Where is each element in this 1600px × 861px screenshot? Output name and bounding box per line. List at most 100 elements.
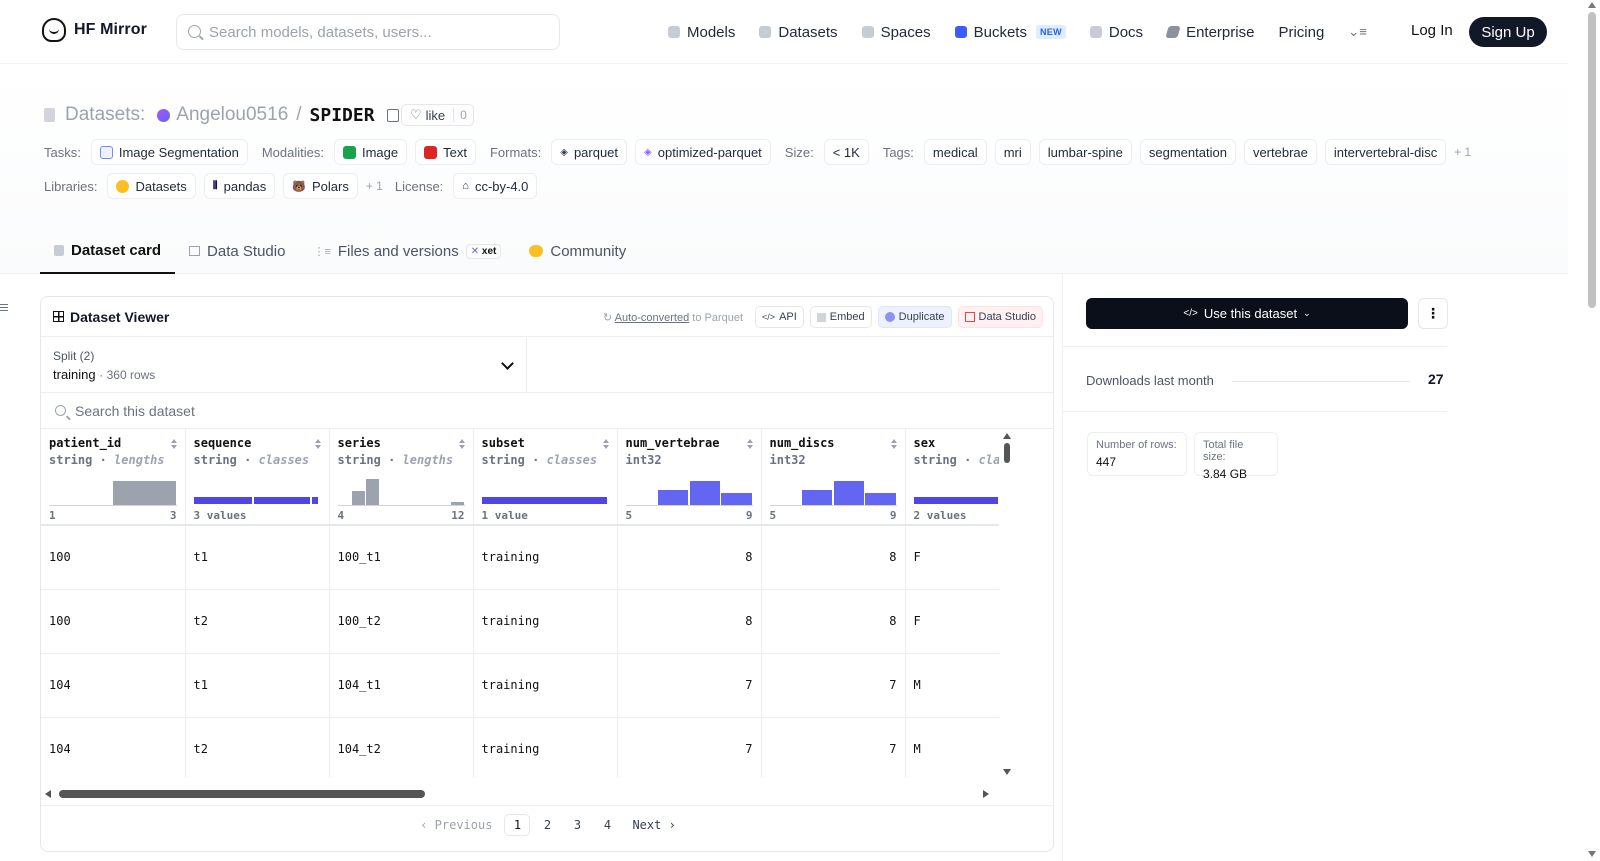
- more-options-button[interactable]: ⋮: [1418, 298, 1448, 329]
- duplicate-button[interactable]: Duplicate: [877, 306, 952, 328]
- chip-tag[interactable]: segmentation: [1139, 139, 1236, 165]
- table-cell[interactable]: M: [905, 653, 999, 718]
- sort-icon[interactable]: [314, 439, 322, 451]
- table-horizontal-scrollbar[interactable]: [41, 787, 999, 801]
- more-menu-icon[interactable]: ⌄≡: [1348, 24, 1366, 40]
- column-header-patient-id[interactable]: patient_id string · lengths 1 3: [41, 429, 186, 526]
- table-cell[interactable]: training: [473, 525, 618, 590]
- tab-community[interactable]: Community: [515, 228, 640, 274]
- use-dataset-button[interactable]: </> Use this dataset ⌄: [1086, 298, 1408, 329]
- table-cell[interactable]: 7: [761, 717, 906, 777]
- table-cell[interactable]: 8: [617, 589, 762, 654]
- nav-pricing[interactable]: Pricing: [1278, 24, 1324, 41]
- table-cell[interactable]: F: [905, 525, 999, 590]
- sort-icon[interactable]: [890, 439, 898, 451]
- chip-tag[interactable]: mri: [994, 139, 1031, 165]
- chip-image-segmentation[interactable]: Image Segmentation: [90, 139, 248, 165]
- dataset-name[interactable]: SPIDER: [310, 105, 375, 126]
- table-cell[interactable]: F: [905, 589, 999, 654]
- scroll-thumb[interactable]: [1004, 443, 1010, 463]
- table-cell[interactable]: 100: [41, 589, 186, 654]
- chip-size[interactable]: < 1K: [823, 139, 869, 165]
- table-cell[interactable]: 8: [761, 589, 906, 654]
- table-cell[interactable]: t1: [185, 525, 330, 590]
- nav-datasets[interactable]: Datasets: [759, 24, 838, 41]
- table-row[interactable]: 100 t2 100_t2 training 8 8 F: [41, 589, 999, 654]
- api-button[interactable]: </> API: [755, 306, 804, 328]
- table-vertical-scrollbar[interactable]: [999, 429, 1015, 777]
- nav-buckets[interactable]: Buckets NEW: [954, 24, 1066, 41]
- table-cell[interactable]: 104_t2: [329, 717, 474, 777]
- scroll-up-icon[interactable]: [1003, 433, 1011, 439]
- column-header-num-discs[interactable]: num_discs int32 5 9: [761, 429, 906, 526]
- chip-lib-datasets[interactable]: Datasets: [107, 173, 196, 199]
- data-studio-button[interactable]: Data Studio: [957, 306, 1043, 328]
- table-cell[interactable]: training: [473, 589, 618, 654]
- column-header-num-vertebrae[interactable]: num_vertebrae int32 5 9: [617, 429, 762, 526]
- sort-icon[interactable]: [746, 439, 754, 451]
- chip-license[interactable]: ⌂ cc-by-4.0: [453, 173, 538, 199]
- auto-converted-link[interactable]: Auto-converted: [615, 312, 690, 324]
- signup-button[interactable]: Sign Up: [1469, 17, 1547, 47]
- scroll-thumb[interactable]: [1588, 12, 1596, 308]
- table-cell[interactable]: 100_t1: [329, 525, 474, 590]
- column-header-subset[interactable]: subset string · classes 1 value: [473, 429, 618, 526]
- nav-enterprise[interactable]: Enterprise: [1165, 24, 1254, 41]
- sort-icon[interactable]: [458, 439, 466, 451]
- column-header-series[interactable]: series string · lengths 4 12: [329, 429, 474, 526]
- tags-more[interactable]: + 1: [1454, 145, 1471, 159]
- next-page-link[interactable]: Next ›: [632, 818, 675, 832]
- table-cell[interactable]: training: [473, 717, 618, 777]
- tab-files-versions[interactable]: ⋮≡ Files and versions ✕ xet: [299, 228, 515, 274]
- page-link[interactable]: 3: [564, 814, 590, 836]
- scroll-thumb[interactable]: [59, 790, 425, 798]
- dataset-search-input[interactable]: Search this dataset: [41, 393, 1053, 429]
- scroll-down-icon[interactable]: [1588, 851, 1596, 857]
- nav-docs[interactable]: Docs: [1089, 24, 1143, 41]
- table-cell[interactable]: 8: [761, 525, 906, 590]
- scroll-down-icon[interactable]: [1003, 769, 1011, 775]
- chip-tag[interactable]: medical: [923, 139, 987, 165]
- table-cell[interactable]: 8: [617, 525, 762, 590]
- table-cell[interactable]: 104: [41, 653, 186, 718]
- chip-lib-polars[interactable]: 🐻 Polars: [283, 173, 358, 199]
- chip-tag[interactable]: intervertebral-disc: [1324, 139, 1447, 165]
- column-header-sex[interactable]: sex string · clas 2 values: [905, 429, 999, 526]
- table-cell[interactable]: t2: [185, 717, 330, 777]
- page-link[interactable]: 4: [594, 814, 620, 836]
- scroll-up-icon[interactable]: [1588, 2, 1596, 8]
- login-link[interactable]: Log In: [1411, 22, 1453, 39]
- table-cell[interactable]: t2: [185, 589, 330, 654]
- table-cell[interactable]: 100: [41, 525, 186, 590]
- chip-image[interactable]: Image: [333, 139, 408, 165]
- table-cell[interactable]: 104_t1: [329, 653, 474, 718]
- table-cell[interactable]: 7: [617, 717, 762, 777]
- brand-link[interactable]: HF Mirror: [42, 18, 147, 42]
- sidebar-toggle-icon[interactable]: [0, 304, 8, 312]
- table-cell[interactable]: 104: [41, 717, 186, 777]
- nav-spaces[interactable]: Spaces: [861, 24, 931, 41]
- page-scrollbar[interactable]: [1584, 0, 1600, 861]
- embed-button[interactable]: Embed: [809, 306, 872, 328]
- breadcrumb-org[interactable]: Angelou0516: [176, 104, 288, 126]
- table-row[interactable]: 100 t1 100_t1 training 8 8 F: [41, 525, 999, 590]
- table-cell[interactable]: M: [905, 717, 999, 777]
- scroll-left-icon[interactable]: [45, 790, 51, 798]
- chip-tag[interactable]: lumbar-spine: [1038, 139, 1132, 165]
- previous-page-link[interactable]: ‹ Previous: [420, 818, 492, 832]
- nav-models[interactable]: Models: [668, 24, 735, 41]
- tab-dataset-card[interactable]: Dataset card: [40, 228, 176, 274]
- tab-data-studio[interactable]: Data Studio: [175, 228, 299, 274]
- chip-lib-pandas[interactable]: ⦀ pandas: [203, 173, 276, 199]
- table-row[interactable]: 104 t1 104_t1 training 7 7 M: [41, 653, 999, 718]
- page-link[interactable]: 1: [504, 813, 531, 836]
- table-cell[interactable]: t1: [185, 653, 330, 718]
- sort-icon[interactable]: [170, 439, 178, 451]
- table-cell[interactable]: 100_t2: [329, 589, 474, 654]
- scroll-right-icon[interactable]: [983, 790, 989, 798]
- sort-icon[interactable]: [602, 439, 610, 451]
- search-input[interactable]: Search models, datasets, users...: [176, 14, 560, 50]
- table-row[interactable]: 104 t2 104_t2 training 7 7 M: [41, 717, 999, 777]
- column-header-sequence[interactable]: sequence string · classes 3 values: [185, 429, 330, 526]
- chip-parquet[interactable]: ◈ parquet: [551, 139, 628, 165]
